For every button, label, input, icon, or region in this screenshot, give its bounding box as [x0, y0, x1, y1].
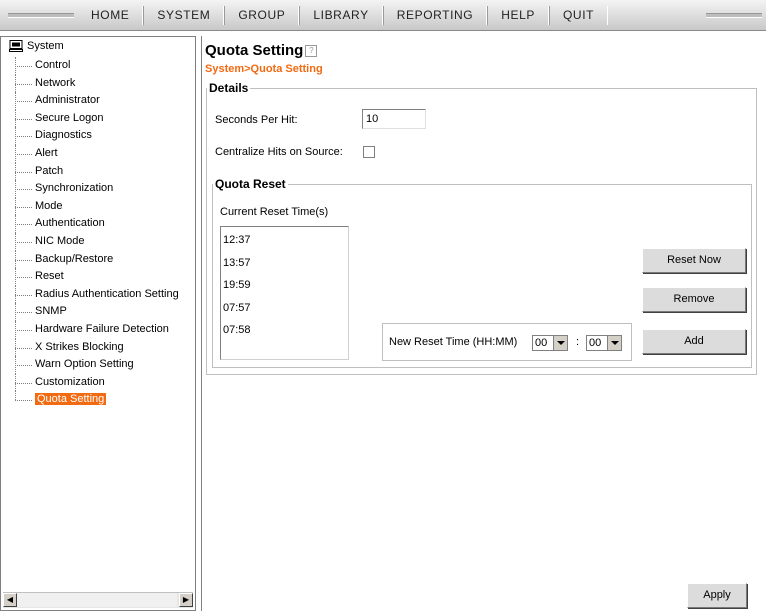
quota-reset-legend: Quota Reset: [215, 177, 286, 191]
page-title: Quota Setting ?: [205, 42, 318, 59]
nav-library[interactable]: LIBRARY: [299, 6, 383, 25]
tree-horizontal-scrollbar[interactable]: ◀ ▶: [3, 592, 193, 608]
centralize-hits-label: Centralize Hits on Source:: [215, 146, 343, 158]
breadcrumb[interactable]: System>Quota Setting: [205, 63, 323, 75]
tree-item-hardware-failure-detection[interactable]: Hardware Failure Detection: [15, 320, 179, 339]
tree-item-radius-authentication[interactable]: Radius Authentication Setting: [15, 285, 179, 304]
tree-item-quota-setting[interactable]: Quota Setting: [15, 391, 179, 409]
chevron-down-icon[interactable]: [553, 336, 567, 350]
tree-item-network[interactable]: Network: [15, 74, 179, 93]
tree-item-warn-option-setting[interactable]: Warn Option Setting: [15, 356, 179, 374]
computer-icon: [9, 40, 23, 52]
list-item[interactable]: 07:58: [221, 323, 348, 346]
list-item[interactable]: 13:57: [221, 256, 348, 279]
time-separator: :: [576, 336, 580, 348]
tree-item-x-strikes-blocking[interactable]: X Strikes Blocking: [15, 338, 179, 357]
page-title-text: Quota Setting: [205, 42, 304, 59]
minute-select-value: 00: [589, 337, 602, 349]
nav-right-ornament: [706, 13, 762, 18]
list-item[interactable]: 07:57: [221, 301, 348, 324]
tree-item-mode[interactable]: Mode: [15, 197, 179, 216]
tree-item-control[interactable]: Control: [15, 57, 179, 75]
nav-quit[interactable]: QUIT: [549, 6, 609, 25]
help-icon[interactable]: ?: [305, 44, 318, 57]
details-legend: Details: [209, 81, 249, 95]
scroll-left-arrow-icon[interactable]: ◀: [3, 593, 17, 607]
tree-item-customization[interactable]: Customization: [15, 373, 179, 392]
reset-now-button[interactable]: Reset Now: [642, 248, 746, 273]
nav-group[interactable]: GROUP: [224, 6, 300, 25]
hour-select[interactable]: 00: [532, 335, 568, 351]
list-item[interactable]: 19:59: [221, 278, 348, 301]
tree-item-nic-mode[interactable]: NIC Mode: [15, 232, 179, 251]
minute-select[interactable]: 00: [586, 335, 622, 351]
tree-item-backup-restore[interactable]: Backup/Restore: [15, 250, 179, 269]
tree-item-authentication[interactable]: Authentication: [15, 215, 179, 233]
tree-item-patch[interactable]: Patch: [15, 162, 179, 181]
nav-system[interactable]: SYSTEM: [143, 6, 225, 25]
scroll-thumb[interactable]: [17, 593, 177, 607]
current-reset-times-label: Current Reset Time(s): [220, 206, 329, 218]
tree-item-administrator[interactable]: Administrator: [15, 92, 179, 110]
reset-times-list[interactable]: 12:37 13:57 19:59 07:57 07:58: [220, 226, 349, 360]
new-reset-time-label: New Reset Time (HH:MM): [389, 336, 518, 348]
remove-button[interactable]: Remove: [642, 287, 746, 312]
nav-home[interactable]: HOME: [78, 6, 144, 25]
nav-reporting[interactable]: REPORTING: [382, 6, 488, 25]
chevron-down-icon[interactable]: [607, 336, 621, 350]
apply-button[interactable]: Apply: [687, 583, 747, 608]
tree-item-snmp[interactable]: SNMP: [15, 303, 179, 321]
tree-root-system[interactable]: System: [9, 40, 64, 52]
new-reset-time-box: New Reset Time (HH:MM) 00 : 00: [382, 323, 632, 361]
main-menu: HOME SYSTEM GROUP LIBRARY REPORTING HELP…: [78, 6, 609, 25]
seconds-per-hit-input[interactable]: 10: [362, 109, 426, 129]
tree-item-alert[interactable]: Alert: [15, 144, 179, 163]
tree-children: Control Network Administrator Secure Log…: [15, 57, 179, 409]
nav-help[interactable]: HELP: [487, 6, 549, 25]
tree-item-synchronization[interactable]: Synchronization: [15, 180, 179, 198]
top-navigation-bar: HOME SYSTEM GROUP LIBRARY REPORTING HELP…: [0, 0, 766, 31]
system-tree-panel: System Control Network Administrator Sec…: [0, 36, 196, 611]
add-button[interactable]: Add: [642, 329, 746, 354]
centralize-hits-checkbox[interactable]: [363, 146, 375, 158]
list-item[interactable]: 12:37: [221, 233, 348, 256]
panel-divider: [201, 36, 202, 611]
seconds-per-hit-label: Seconds Per Hit:: [215, 114, 298, 126]
tree-item-secure-logon[interactable]: Secure Logon: [15, 109, 179, 128]
tree-item-reset[interactable]: Reset: [15, 268, 179, 286]
nav-left-ornament: [8, 13, 74, 18]
tree-root-label: System: [27, 40, 64, 52]
hour-select-value: 00: [535, 337, 548, 349]
tree-item-diagnostics[interactable]: Diagnostics: [15, 127, 179, 145]
scroll-right-arrow-icon[interactable]: ▶: [179, 593, 193, 607]
